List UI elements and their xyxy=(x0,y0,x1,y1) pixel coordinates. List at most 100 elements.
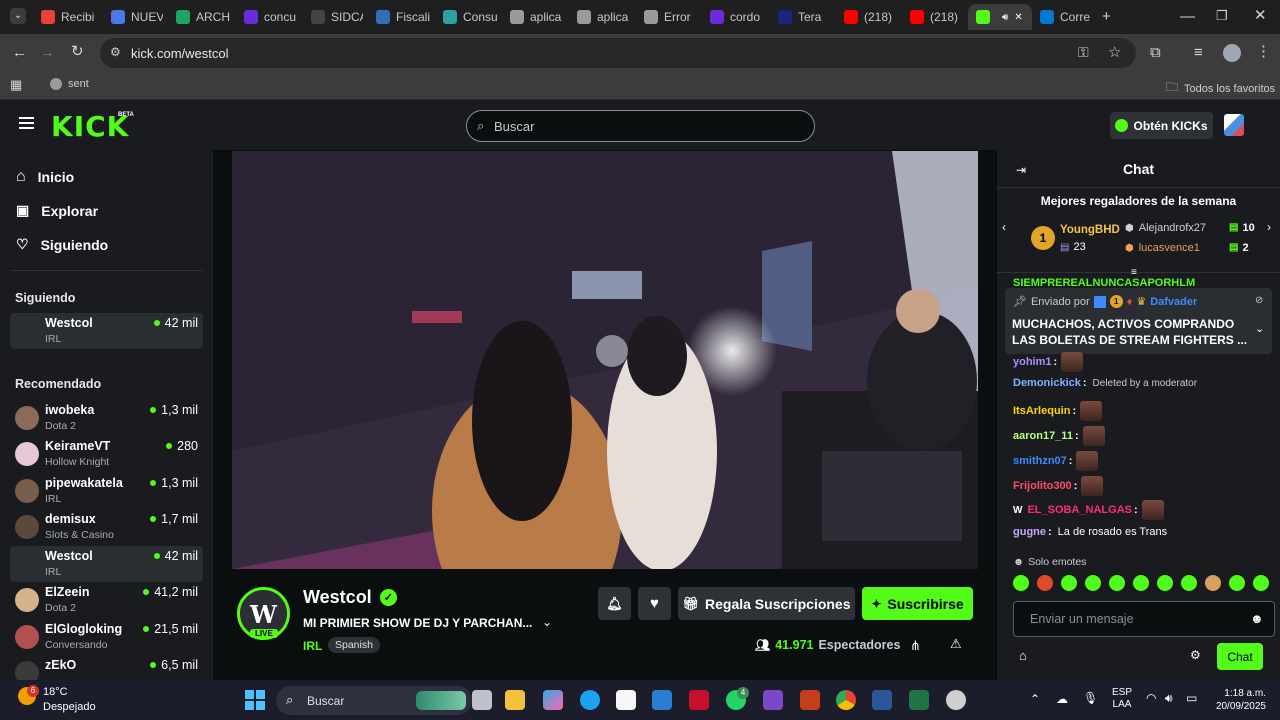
menu-kebab-icon[interactable]: ⋮ xyxy=(1256,44,1271,59)
close-tab-icon[interactable]: ✕ xyxy=(1014,12,1022,23)
profile-avatar[interactable] xyxy=(1223,44,1241,62)
browser-tab[interactable]: Recibi xyxy=(33,4,97,30)
nav-siguiendo[interactable]: ♡ Siguiendo xyxy=(16,236,108,253)
video-player[interactable] xyxy=(232,151,978,569)
sidebar-channel[interactable]: Westcol IRL 42 mil xyxy=(10,546,203,582)
browser-tab[interactable]: concu xyxy=(236,4,298,30)
sidebar-channel[interactable]: pipewakatela IRL 1,3 mil xyxy=(10,473,203,509)
browser-tab[interactable]: 🔊︎ ✕ xyxy=(968,4,1032,30)
extensions-icon[interactable]: ⧉ xyxy=(1150,45,1161,60)
report-warning-icon[interactable]: ⚠ xyxy=(950,636,962,652)
password-key-icon[interactable]: ⚿ xyxy=(1078,45,1089,59)
sidebar-channel[interactable]: ElGlogloking Conversando 21,5 mil xyxy=(10,619,203,655)
browser-tab[interactable]: ARCH xyxy=(168,4,230,30)
chat-username[interactable]: EL_SOBA_NALGAS xyxy=(1027,504,1132,516)
chat-username[interactable]: yohim1 xyxy=(1013,356,1052,368)
share-icon[interactable]: ⋔ xyxy=(910,638,921,654)
microphone-icon[interactable]: 🎙︎ xyxy=(1083,691,1098,705)
send-chat-button[interactable]: Chat xyxy=(1217,643,1263,670)
emote-icon[interactable] xyxy=(1157,575,1173,591)
browser-tab[interactable]: Error xyxy=(636,4,698,30)
input-language[interactable]: ESP LAA xyxy=(1112,687,1132,711)
language-tag[interactable]: Spanish xyxy=(328,637,380,653)
store-icon[interactable] xyxy=(616,690,636,710)
app-icon[interactable] xyxy=(946,690,966,710)
app-icon[interactable] xyxy=(763,690,783,710)
emote-icon[interactable] xyxy=(1253,575,1269,591)
nav-inicio[interactable]: ⌂ Inicio xyxy=(16,168,74,186)
url-text[interactable]: kick.com/westcol xyxy=(131,46,229,61)
chat-username[interactable]: aaron17_11 xyxy=(1013,430,1073,442)
chat-username[interactable]: Frijolito300 xyxy=(1013,480,1072,492)
app-icon[interactable] xyxy=(652,690,672,710)
settings-gear-icon[interactable]: ⚙ xyxy=(1190,648,1201,662)
subscribe-button[interactable]: ✦ Suscribirse xyxy=(862,587,973,620)
browser-tab[interactable]: Tera xyxy=(770,4,832,30)
powerpoint-icon[interactable] xyxy=(800,690,820,710)
chat-username[interactable]: ItsArlequin xyxy=(1013,405,1070,417)
reload-icon[interactable]: ↻ xyxy=(71,44,84,59)
chat-username[interactable]: smithzn07 xyxy=(1013,455,1067,467)
emote-icon[interactable] xyxy=(1109,575,1125,591)
word-icon[interactable] xyxy=(872,690,892,710)
browser-tab[interactable]: Fiscali xyxy=(368,4,430,30)
emote-icon[interactable] xyxy=(1133,575,1149,591)
user-avatar[interactable] xyxy=(1224,114,1244,136)
emote-icon[interactable] xyxy=(1037,575,1053,591)
chevron-down-icon[interactable]: ⌄ xyxy=(542,615,552,629)
browser-tab[interactable]: cordo xyxy=(702,4,764,30)
new-tab-icon[interactable]: + xyxy=(1102,9,1111,24)
minimize-icon[interactable]: — xyxy=(1180,9,1195,24)
browser-tab[interactable]: Consu xyxy=(435,4,497,30)
sidebar-channel[interactable]: ElZeein Dota 2 41,2 mil xyxy=(10,582,203,618)
channel-name[interactable]: Westcol xyxy=(303,587,372,608)
excel-icon[interactable] xyxy=(909,690,929,710)
browser-tab[interactable]: SIDCA xyxy=(303,4,363,30)
gifters-prev-icon[interactable]: ‹ xyxy=(1002,220,1006,234)
emote-icon[interactable] xyxy=(1181,575,1197,591)
hide-pinned-icon[interactable]: ⊘ xyxy=(1255,295,1263,306)
gifter-row-2[interactable]: ⬢ Alejandrofx27 xyxy=(1125,222,1206,234)
stream-category[interactable]: IRL xyxy=(303,639,322,653)
bookmark-sent[interactable]: sent xyxy=(50,78,89,90)
battery-icon[interactable]: ▭ xyxy=(1186,691,1197,705)
sidebar-channel[interactable]: demisux Slots & Casino 1,7 mil xyxy=(10,509,203,545)
clock[interactable]: 1:18 a.m. 20/09/2025 xyxy=(1212,687,1266,713)
emote-icon[interactable] xyxy=(1205,575,1221,591)
pinned-message[interactable]: 📌︎ Enviado por 1 ♦ ♛ Dafvader ⊘ MUCHACHO… xyxy=(1005,288,1272,354)
omnibox[interactable]: ⚙ kick.com/westcol ⚿ ☆ xyxy=(100,38,1136,68)
emote-icon[interactable] xyxy=(1085,575,1101,591)
tab-search-icon[interactable]: ⌄ xyxy=(10,8,26,24)
tab-audio-icon[interactable]: 🔊︎ xyxy=(1002,12,1008,23)
chat-username[interactable]: Demonickick xyxy=(1013,377,1081,389)
wifi-icon[interactable]: ◠ xyxy=(1146,691,1156,705)
close-window-icon[interactable]: ✕ xyxy=(1254,8,1267,23)
taskbar-search[interactable]: ⌕ Buscar xyxy=(276,686,472,715)
follow-heart-button[interactable]: ♥ xyxy=(638,587,671,620)
nav-explorar[interactable]: ▣ Explorar xyxy=(16,202,98,219)
gifters-next-icon[interactable]: › xyxy=(1267,220,1271,234)
media-icon[interactable]: ≡ xyxy=(1194,45,1203,60)
mcafee-icon[interactable] xyxy=(689,690,709,710)
gifter-name[interactable]: YoungBHD xyxy=(1060,224,1120,236)
sidebar-channel[interactable]: iwobeka Dota 2 1,3 mil xyxy=(10,400,203,436)
emote-icon[interactable] xyxy=(1013,575,1029,591)
search-input[interactable]: ⌕ Buscar xyxy=(466,110,815,142)
volume-icon[interactable]: 🔊︎ xyxy=(1165,691,1173,706)
apps-grid-icon[interactable]: ▦ xyxy=(10,78,22,91)
chat-username[interactable]: gugne xyxy=(1013,526,1046,538)
task-view-icon[interactable] xyxy=(472,690,492,710)
emote-icon[interactable] xyxy=(1061,575,1077,591)
sidebar-channel[interactable]: KeirameVT Hollow Knight 280 xyxy=(10,436,203,472)
browser-tab[interactable]: (218) xyxy=(902,4,964,30)
tray-chevron-icon[interactable]: ⌃ xyxy=(1030,692,1040,706)
expand-pinned-icon[interactable]: ⌄ xyxy=(1255,322,1264,335)
emoji-picker-icon[interactable]: ☻ xyxy=(1250,611,1264,626)
get-kicks-button[interactable]: Obtén KICKs xyxy=(1110,112,1213,139)
copilot-icon[interactable] xyxy=(543,690,563,710)
windows-start-icon[interactable] xyxy=(245,690,265,710)
browser-tab[interactable]: NUEV xyxy=(103,4,163,30)
back-icon[interactable]: ← xyxy=(12,45,27,60)
file-explorer-icon[interactable] xyxy=(505,690,525,710)
browser-tab[interactable]: aplica xyxy=(502,4,564,30)
